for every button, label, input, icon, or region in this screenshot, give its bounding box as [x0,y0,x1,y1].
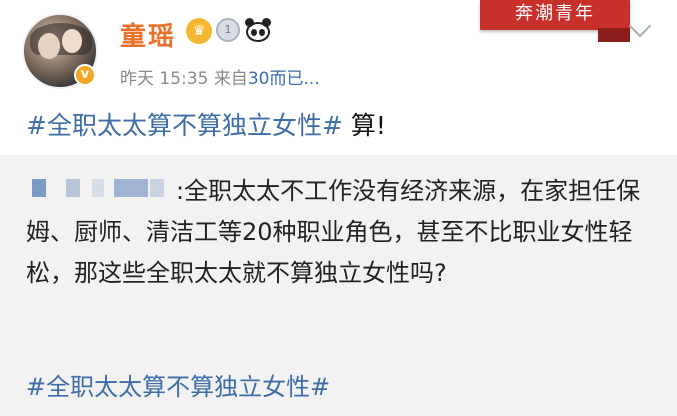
post-meta: 昨天 15:35 来自30而已... [120,64,320,89]
panda-eye-right [259,29,265,36]
panda-icon[interactable] [244,18,272,44]
post-hashtag[interactable]: #全职太太算不算独立女性# [26,111,343,140]
post-text: #全职太太算不算独立女性# 算! [26,106,386,142]
watermark-ribbon: 奔潮青年 [480,0,630,30]
ribbon-tail [598,28,630,42]
quoted-text: :全职太太不工作没有经济来源，在家担任保姆、厨师、清洁工等20种职业角色，甚至不… [26,177,641,287]
source-link[interactable]: 30而已... [248,69,320,89]
medal-icon[interactable]: 1 [216,18,240,42]
verified-icon: v [74,64,96,86]
source-prefix: 来自 [213,69,248,89]
quoted-post[interactable]: :全职太太不工作没有经济来源，在家担任保姆、厨师、清洁工等20种职业角色，甚至不… [0,155,677,416]
panda-ear-left [245,18,254,27]
weibo-post: v 童瑶 ♛ 1 昨天 15:35 来自30而已... 奔潮青年 #全职太太算不… [0,0,677,416]
quoted-hashtag[interactable]: #全职太太算不算独立女性# [26,367,330,402]
avatar-face-right [62,29,82,53]
post-time: 昨天 15:35 [120,69,209,89]
avatar-face-left [38,33,60,59]
crown-icon[interactable]: ♛ [186,18,212,44]
panda-ear-right [262,18,271,27]
chevron-down-icon[interactable] [628,14,652,38]
username[interactable]: 童瑶 [120,16,176,53]
post-body: 算! [342,111,386,140]
panda-eye-left [251,29,257,36]
